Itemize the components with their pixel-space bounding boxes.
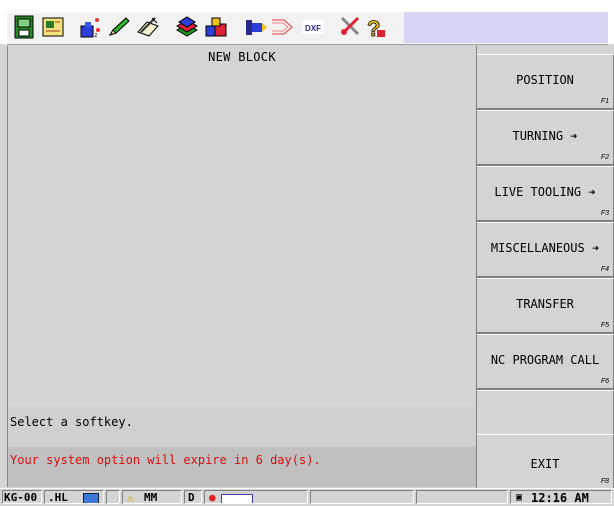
toolbar: z DXF ? — [0, 0, 614, 45]
prompt-message-area: Select a softkey. — [7, 407, 476, 447]
status-file: .HL — [44, 490, 104, 504]
machine-id: KG-00 — [4, 491, 38, 504]
units-label: MM — [144, 491, 158, 504]
svg-text:z: z — [94, 32, 98, 39]
status-blank-3 — [416, 490, 508, 504]
dxf-label: DXF — [305, 24, 321, 33]
softkey-fkey: F2 — [600, 154, 609, 161]
softkey-live-tooling[interactable]: LIVE TOOLING ➔ F3 — [477, 166, 614, 222]
canvas-title: NEW BLOCK — [208, 50, 276, 64]
status-keyboard: ● — [204, 490, 308, 504]
softkey-fkey: F5 — [600, 322, 609, 329]
softkey-miscellaneous[interactable]: MISCELLANEOUS ➔ F4 — [477, 222, 614, 278]
softkey-label: TURNING ➔ — [512, 129, 578, 143]
status-blank-1 — [106, 490, 120, 504]
tool-change-icon[interactable]: z — [78, 14, 104, 40]
softkey-fkey: F6 — [600, 378, 609, 385]
softkey-nc-program-call[interactable]: NC PROGRAM CALL F6 — [477, 334, 614, 390]
tools-icon[interactable] — [338, 14, 364, 40]
machine-blocks-icon[interactable] — [203, 14, 229, 40]
status-units: ⚠ MM — [122, 490, 182, 504]
softkey-fkey: F8 — [600, 478, 609, 485]
softkey-transfer[interactable]: TRANSFER F5 — [477, 278, 614, 334]
softkey-label: MISCELLANEOUS ➔ — [490, 241, 600, 255]
softkey-panel: POSITION F1 TURNING ➔ F2 LIVE TOOLING ➔ … — [476, 46, 614, 490]
application-window: z DXF ? NEW BLOCK Select a softkey. Your… — [0, 0, 614, 506]
status-clock: ▣ 12:16 AM — [510, 490, 612, 504]
help-icon[interactable]: ? — [362, 14, 388, 40]
softkey-label: NC PROGRAM CALL — [490, 353, 600, 367]
parts-stack-icon[interactable] — [175, 14, 201, 40]
calculator-icon[interactable] — [83, 492, 99, 503]
softkey-label: POSITION — [516, 73, 574, 87]
status-bar: KG-00 .HL ⚠ MM D ● ▣ 12:16 AM — [0, 488, 614, 506]
warning-message: Your system option will expire in 6 day(… — [10, 453, 321, 467]
prompt-message: Select a softkey. — [10, 415, 133, 429]
info-card-icon[interactable] — [40, 14, 66, 40]
draw-icon[interactable] — [135, 14, 161, 40]
softkey-fkey: F1 — [600, 98, 609, 105]
keyboard-icon[interactable] — [221, 492, 253, 503]
softkey-position[interactable]: POSITION F1 — [477, 54, 614, 110]
warning-message-area: Your system option will expire in 6 day(… — [7, 447, 476, 487]
softkey-label: TRANSFER — [516, 297, 574, 311]
dxf-icon[interactable]: DXF — [300, 14, 326, 40]
block-canvas: NEW BLOCK — [7, 46, 476, 407]
softkey-fkey: F3 — [600, 210, 609, 217]
file-extension: .HL — [48, 491, 68, 504]
softkey-fkey: F4 — [600, 266, 609, 273]
softkey-turning[interactable]: TURNING ➔ F2 — [477, 110, 614, 166]
clock-time: 12:16 AM — [531, 491, 589, 504]
softkey-label: LIVE TOOLING ➔ — [494, 185, 596, 199]
path-icon[interactable] — [270, 14, 296, 40]
pipe-icon[interactable] — [243, 14, 269, 40]
toolbar-empty-area — [404, 12, 608, 43]
record-icon[interactable]: ● — [209, 491, 216, 503]
edit-pencil-icon[interactable] — [106, 14, 132, 40]
mode-label: D — [188, 491, 195, 504]
warning-icon[interactable]: ⚠ — [127, 491, 134, 503]
softkey-label: EXIT — [530, 457, 560, 471]
status-machine: KG-00 — [2, 490, 42, 504]
status-blank-2 — [310, 490, 414, 504]
status-mode: D — [184, 490, 202, 504]
clock-icon: ▣ — [516, 492, 523, 503]
file-icon[interactable] — [11, 14, 37, 40]
softkey-exit[interactable]: EXIT F8 — [477, 434, 614, 490]
